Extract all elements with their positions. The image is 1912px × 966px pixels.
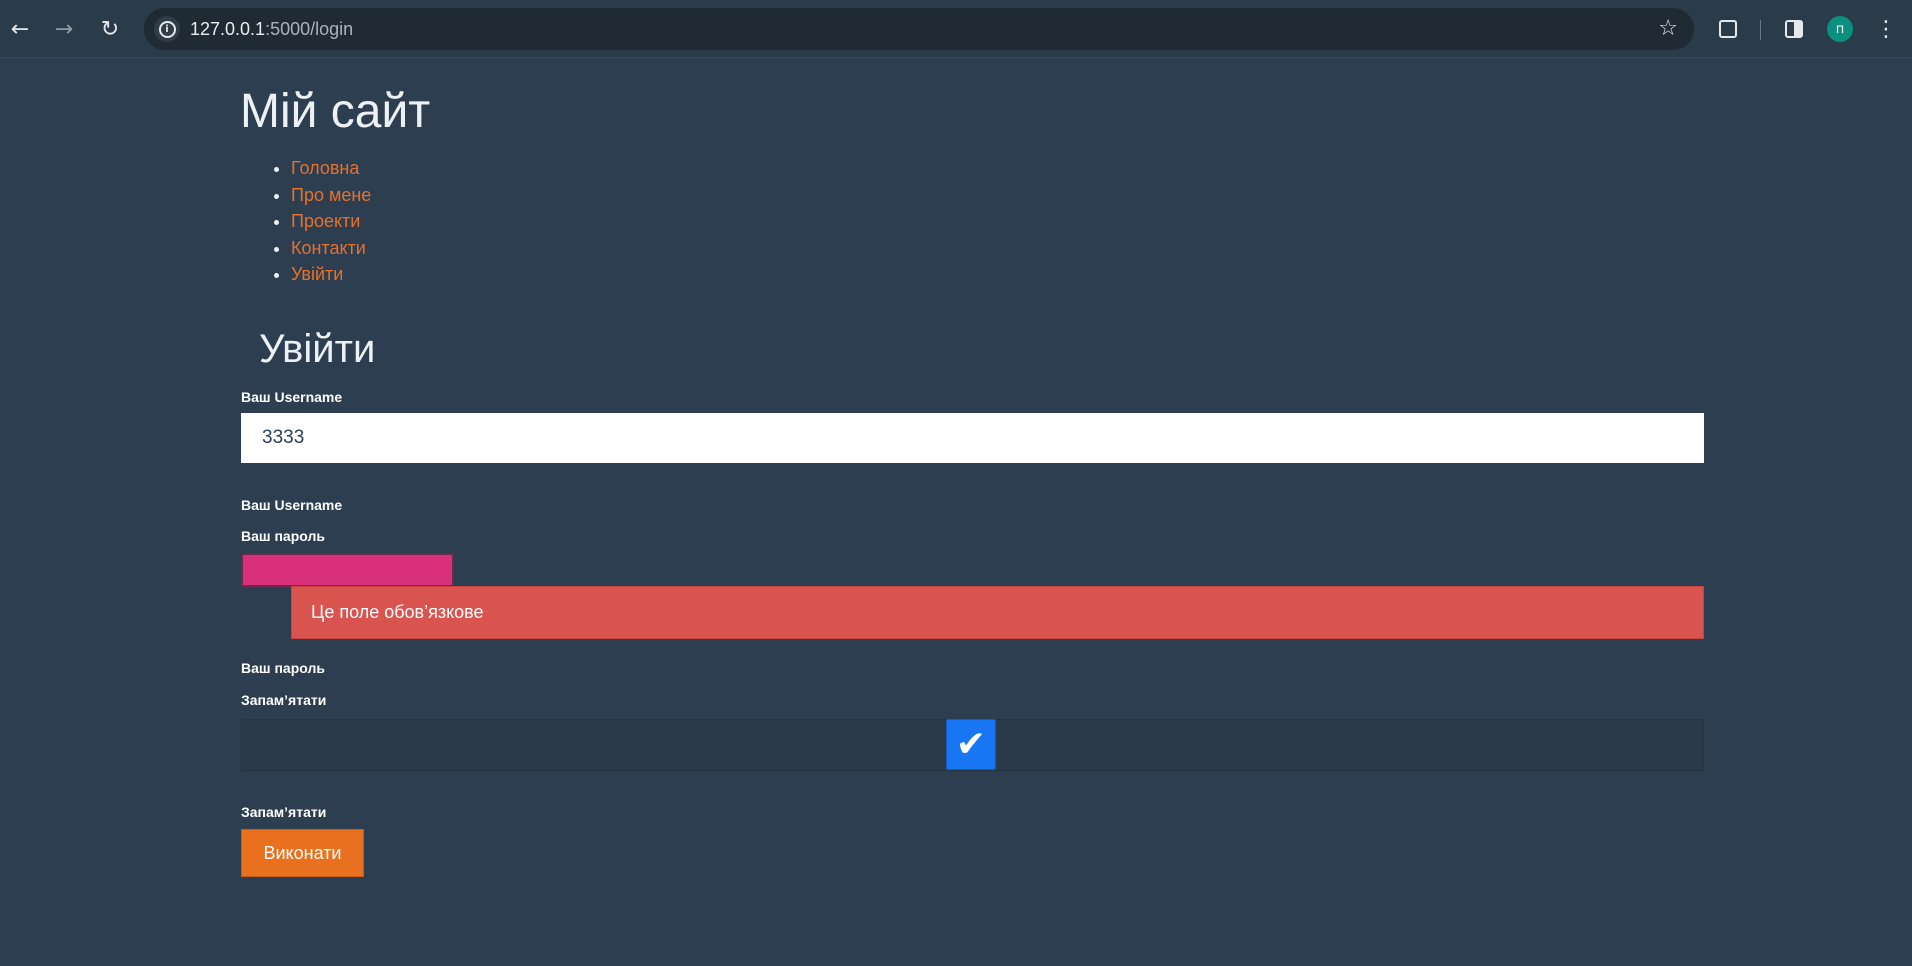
site-nav: Головна Про мене Проекти Контакти Увійти: [291, 155, 371, 288]
side-panel-icon[interactable]: [1778, 13, 1810, 45]
nav-item-about: Про мене: [291, 182, 371, 209]
forward-arrow-icon[interactable]: →: [48, 13, 80, 45]
extensions-puzzle-icon[interactable]: [1712, 13, 1744, 45]
address-bar[interactable]: i 127.0.0.1:5000/login ☆: [144, 8, 1694, 50]
remember-checkbox[interactable]: ✔: [946, 719, 996, 770]
toolbar-divider: [1760, 20, 1761, 40]
site-info-icon[interactable]: i: [154, 16, 180, 42]
nav-item-contacts: Контакти: [291, 235, 371, 262]
submit-button[interactable]: Виконати: [241, 829, 364, 877]
nav-item-home: Головна: [291, 155, 371, 182]
nav-link-home[interactable]: Головна: [291, 158, 359, 178]
password-required-error: Це поле обов’язкове: [291, 586, 1704, 639]
kebab-menu-icon[interactable]: ⋮: [1870, 13, 1902, 45]
nav-link-login[interactable]: Увійти: [291, 264, 343, 284]
url-path: :5000/login: [265, 19, 354, 39]
login-heading: Увійти: [259, 327, 376, 371]
nav-item-login: Увійти: [291, 261, 371, 288]
site-title: Мій сайт: [240, 85, 431, 138]
password-input[interactable]: [241, 553, 454, 587]
url-host: 127.0.0.1: [190, 19, 266, 39]
checkmark-icon: ✔: [955, 724, 987, 765]
password-label: Ваш пароль: [241, 528, 325, 544]
username-label: Ваш Username: [241, 389, 343, 405]
profile-avatar[interactable]: п: [1827, 16, 1853, 42]
remember-label: Запам’ятати: [241, 692, 327, 708]
nav-link-contacts[interactable]: Контакти: [291, 238, 366, 258]
nav-item-projects: Проекти: [291, 208, 371, 235]
back-arrow-icon[interactable]: ←: [4, 13, 36, 45]
browser-toolbar: ← → ↻ i 127.0.0.1:5000/login ☆ п ⋮: [0, 0, 1912, 58]
bookmark-star-icon[interactable]: ☆: [1658, 16, 1678, 41]
remember-label-secondary: Запам’ятати: [241, 804, 327, 820]
reload-icon[interactable]: ↻: [94, 13, 126, 45]
url-text[interactable]: 127.0.0.1:5000/login: [190, 19, 353, 40]
username-label-secondary: Ваш Username: [241, 497, 343, 513]
nav-link-projects[interactable]: Проекти: [291, 211, 360, 231]
username-input[interactable]: [241, 413, 1704, 463]
password-label-secondary: Ваш пароль: [241, 660, 325, 676]
nav-link-about[interactable]: Про мене: [291, 185, 371, 205]
